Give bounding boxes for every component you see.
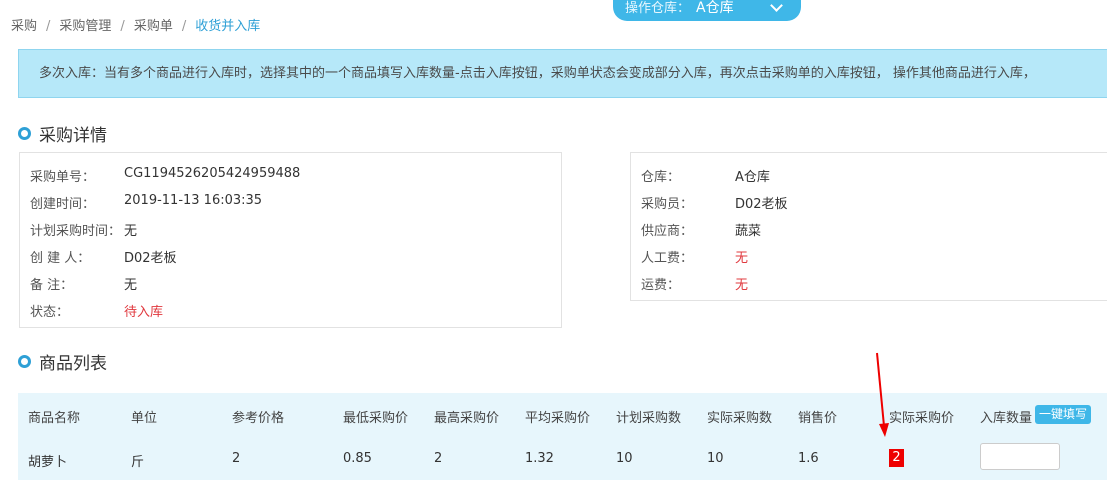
info-label: 采购员： [641, 197, 694, 212]
section-title-purchase-detail: 采购详情 [18, 121, 107, 146]
column-header-max-price: 最高采购价 [434, 411, 500, 426]
warehouse-selector-label: 操作仓库： [625, 1, 691, 16]
info-value: CG1194526205424959488 [124, 166, 301, 181]
cell-ref-price: 2 [232, 451, 241, 466]
warehouse-selector-value: A仓库 [696, 0, 734, 16]
warehouse-selector[interactable]: 操作仓库： A仓库 [613, 0, 801, 21]
breadcrumb-item-purchase-management[interactable]: 采购管理 [59, 19, 111, 34]
info-label: 供应商： [641, 224, 694, 239]
breadcrumb-separator: / [181, 19, 187, 34]
info-value: 蔬菜 [735, 224, 762, 239]
purchase-info-right: 仓库： A仓库 采购员： D02老板 供应商： 蔬菜 人工费： 无 运费： 无 [630, 152, 1107, 301]
cell-unit: 斤 [131, 455, 145, 470]
purchase-info-left: 采购单号： CG1194526205424959488 创建时间： 2019-1… [19, 152, 562, 328]
column-header-actual-price: 实际采购价 [889, 411, 955, 426]
cell-actual-qty: 10 [707, 451, 724, 466]
breadcrumb-item-purchase[interactable]: 采购 [11, 19, 37, 34]
info-value: A仓库 [735, 170, 770, 185]
status-badge: 待入库 [124, 305, 164, 320]
info-label: 计划采购时间： [30, 224, 122, 239]
column-header-planned-qty: 计划采购数 [616, 411, 682, 426]
info-label: 备 注： [30, 278, 74, 293]
breadcrumb-item-purchase-order[interactable]: 采购单 [134, 19, 173, 34]
info-label: 状态： [30, 305, 70, 320]
cell-max-price: 2 [434, 451, 443, 466]
info-label: 创 建 人： [30, 251, 91, 266]
column-header-name: 商品名称 [28, 411, 81, 426]
fill-all-button[interactable]: 一键填写 [1035, 405, 1091, 424]
column-header-avg-price: 平均采购价 [525, 411, 591, 426]
breadcrumb-separator: / [120, 19, 125, 34]
goods-table: 商品名称 单位 参考价格 最低采购价 最高采购价 平均采购价 计划采购数 实际采… [18, 393, 1107, 480]
info-value: 无 [124, 278, 138, 293]
cell-sale-price: 1.6 [798, 451, 819, 466]
cell-planned-qty: 10 [616, 451, 633, 466]
chevron-down-icon[interactable] [770, 0, 783, 12]
info-value: 无 [735, 251, 749, 266]
info-label: 创建时间： [30, 197, 96, 212]
inbound-qty-input[interactable] [980, 443, 1060, 470]
info-label: 人工费： [641, 251, 694, 266]
column-header-actual-qty: 实际采购数 [707, 411, 773, 426]
info-value: 无 [124, 224, 138, 239]
info-value: 2019-11-13 16:03:35 [124, 193, 263, 208]
column-header-sale-price: 销售价 [798, 411, 838, 426]
cell-actual-price: 2 [889, 449, 904, 467]
info-label: 采购单号： [30, 170, 96, 185]
info-label: 仓库： [641, 170, 681, 185]
column-header-unit: 单位 [131, 411, 158, 426]
section-dot-icon [18, 355, 31, 368]
notice-banner: 多次入库：当有多个商品进行入库时，选择其中的一个商品填写入库数量-点击入库按钮，… [18, 49, 1107, 98]
info-value: D02老板 [735, 197, 788, 212]
column-header-inbound-qty: 入库数量 [980, 411, 1033, 426]
cell-min-price: 0.85 [343, 451, 372, 466]
breadcrumb: 采购 / 采购管理 / 采购单 / 收货并入库 [11, 15, 260, 34]
info-label: 运费： [641, 278, 681, 293]
cell-name: 胡萝卜 [28, 455, 68, 470]
notice-text: 多次入库：当有多个商品进行入库时，选择其中的一个商品填写入库数量-点击入库按钮，… [39, 66, 1036, 81]
column-header-ref-price: 参考价格 [232, 411, 285, 426]
breadcrumb-item-current: 收货并入库 [195, 19, 261, 34]
section-title-goods-list: 商品列表 [18, 349, 107, 374]
info-value: D02老板 [124, 251, 177, 266]
section-dot-icon [18, 127, 31, 140]
cell-avg-price: 1.32 [525, 451, 554, 466]
breadcrumb-separator: / [46, 19, 51, 34]
section-title-text: 商品列表 [39, 354, 107, 374]
info-value: 无 [735, 278, 749, 293]
section-title-text: 采购详情 [39, 126, 107, 146]
column-header-min-price: 最低采购价 [343, 411, 409, 426]
